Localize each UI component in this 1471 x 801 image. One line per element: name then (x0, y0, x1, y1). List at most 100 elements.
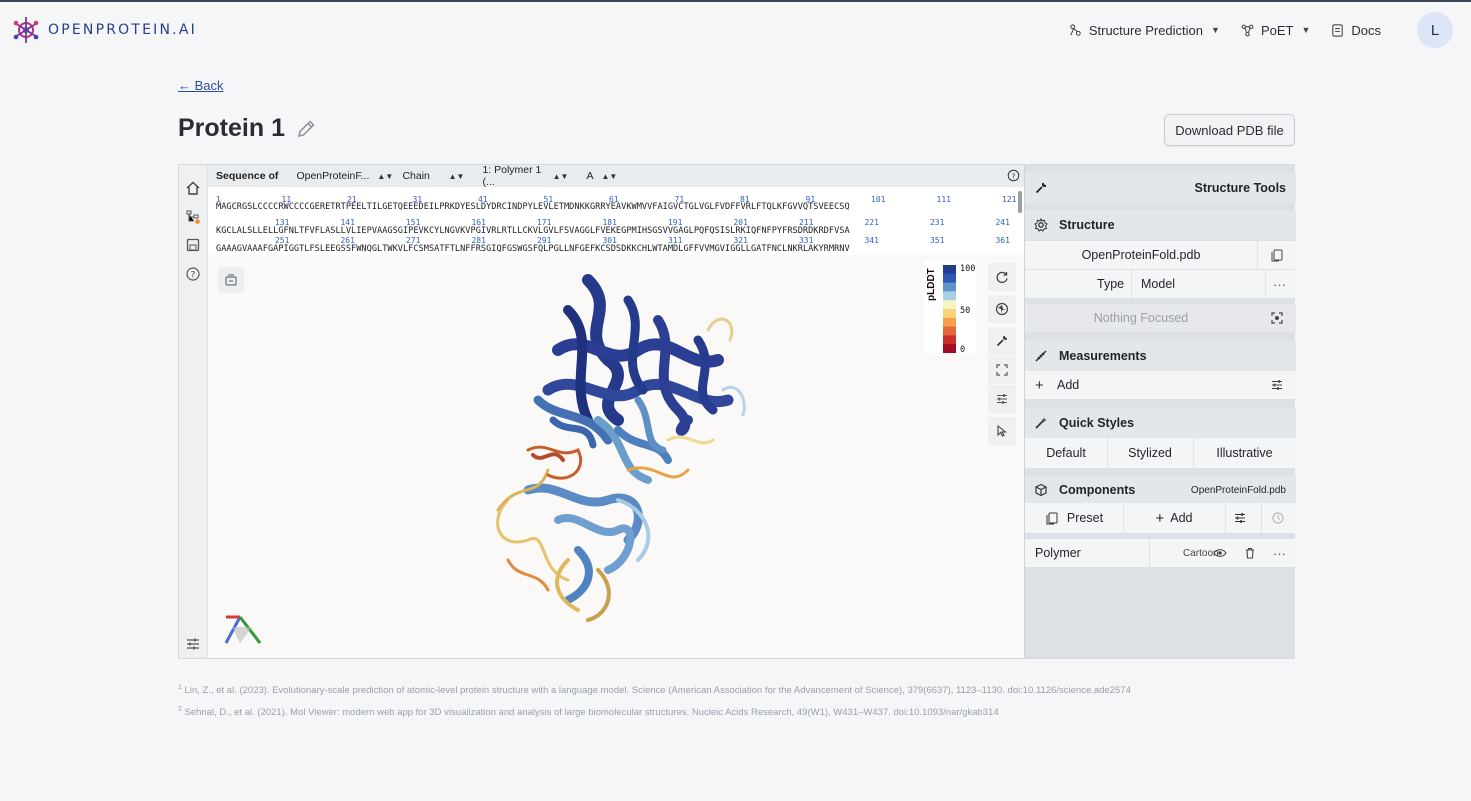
quick-styles-section-header[interactable]: Quick Styles (1025, 408, 1296, 438)
sequence-polymer-select[interactable]: 1: Polymer 1 (... ▲▼ (473, 164, 577, 188)
sequence-position-number: 361 (995, 236, 1010, 245)
structure-section-header[interactable]: Structure (1025, 210, 1296, 240)
structure-file-row[interactable]: OpenProteinFold.pdb (1025, 241, 1296, 269)
focus-status: Nothing Focused (1093, 311, 1189, 325)
nav-docs-label: Docs (1351, 22, 1381, 38)
help-circle-icon[interactable]: ? (185, 266, 201, 282)
sequence-mode-select[interactable]: Chain ▲▼ (393, 170, 473, 182)
sequence-chain-value: A (586, 170, 594, 182)
sliders-icon[interactable] (1270, 378, 1284, 392)
sequence-line-2[interactable]: KGCLALSLLELLGFNLTFVFLASLLVLIEPVAAGSGIPEV… (216, 226, 850, 236)
animation-button[interactable] (988, 295, 1016, 323)
cursor-icon (997, 424, 1008, 437)
history-icon[interactable] (1271, 511, 1285, 525)
sequence-chain-select[interactable]: A ▲▼ (577, 170, 617, 182)
focus-row[interactable]: Nothing Focused (1025, 304, 1296, 332)
structure-tools-header: Structure Tools (1025, 173, 1296, 203)
sequence-scrollbar[interactable] (1018, 191, 1022, 213)
row-divider (1261, 503, 1262, 533)
sequence-position-number: 91 (805, 195, 816, 204)
measurements-add-row[interactable]: + Add (1025, 371, 1296, 399)
structure-tools-panel: Structure Tools Structure OpenProteinFol… (1024, 165, 1296, 658)
more-options-icon[interactable]: ··· (1273, 277, 1286, 292)
trash-icon[interactable] (1243, 546, 1257, 560)
sequence-of-label: Sequence of (208, 170, 287, 182)
cube-icon (1035, 483, 1047, 497)
nav-docs[interactable]: Docs (1330, 23, 1381, 38)
style-default-button[interactable]: Default (1025, 446, 1107, 460)
footnote-2-text: Sehnal, D., et al. (2021). Mol Viewer: m… (184, 707, 999, 719)
gear-icon (1034, 218, 1048, 232)
selection-mode-button[interactable] (988, 417, 1016, 445)
sliders-icon[interactable] (1233, 511, 1247, 525)
sequence-mode-value: Chain (402, 170, 430, 182)
download-pdb-button[interactable]: Download PDB file (1164, 114, 1295, 146)
structure-type-row[interactable]: Type Model ··· (1025, 270, 1296, 298)
home-icon[interactable] (185, 180, 201, 196)
structure-type-value[interactable]: Model (1141, 277, 1175, 291)
footnote-1-mark: 1 (178, 684, 182, 691)
axes-orientation-icon (224, 615, 262, 644)
viewer-left-toolbar: ? (179, 165, 208, 658)
sequence-position-number: 321 (733, 236, 748, 245)
focus-target-icon[interactable] (1270, 311, 1284, 325)
settings-button[interactable] (988, 385, 1016, 413)
style-stylized-button[interactable]: Stylized (1107, 446, 1193, 460)
preset-button[interactable]: Preset (1025, 503, 1123, 533)
select-arrows-icon: ▲▼ (448, 171, 465, 181)
footnote-2-mark: 2 (178, 706, 182, 714)
help-circle-icon[interactable]: ? (1007, 169, 1020, 182)
row-divider (1257, 241, 1258, 269)
hierarchy-icon[interactable] (185, 209, 201, 225)
style-illustrative-button[interactable]: Illustrative (1193, 446, 1296, 460)
document-icon (1332, 23, 1344, 37)
tools-button[interactable] (988, 327, 1016, 355)
pencil-icon[interactable] (295, 118, 317, 140)
sequence-position-number: 1 (216, 195, 221, 204)
sequence-position-number: 251 (274, 236, 290, 245)
sequence-line-3[interactable]: GAAAGVAAAFGAPIGGTLFSLEEGSSFWNQGLTWKVLFCS… (216, 244, 850, 254)
structure-tools-title: Structure Tools (1194, 181, 1286, 195)
sliders-icon[interactable] (185, 636, 201, 652)
reset-view-button[interactable] (988, 263, 1016, 291)
sequence-position-number: 11 (281, 195, 292, 204)
nav-structure-prediction[interactable]: Structure Prediction ▼ (1068, 23, 1220, 38)
canvas-snapshot-button[interactable] (218, 267, 244, 293)
measurements-section-header[interactable]: Measurements (1025, 341, 1296, 371)
eye-icon[interactable] (1213, 546, 1227, 560)
sequence-position-number: 291 (536, 236, 552, 245)
sequence-header: Sequence of OpenProteinF... ▲▼ Chain ▲▼ 1:… (208, 164, 1024, 188)
sequence-position-number: 211 (798, 218, 814, 227)
brand-logo[interactable]: OPENPROTEIN.AI (12, 16, 197, 44)
sequence-position-number: 101 (871, 195, 886, 204)
sequence-source-select[interactable]: OpenProteinF... ▲▼ (287, 170, 393, 182)
sequence-panel[interactable]: MAGCRGSLCCCCRWCCCCGERETRTPEELTILGETQEEED… (208, 187, 1024, 255)
legend-color-step (943, 273, 956, 283)
sequence-position-number: 71 (674, 195, 685, 204)
back-link[interactable]: ← Back (178, 78, 224, 93)
sequence-line-1[interactable]: MAGCRGSLCCCCRWCCCCGERETRTPEELTILGETQEEED… (216, 202, 850, 212)
sequence-position-number: 341 (864, 236, 879, 245)
components-section-header[interactable]: Components OpenProteinFold.pdb (1025, 475, 1296, 505)
camera-icon (225, 274, 237, 286)
ruler-icon (1035, 350, 1047, 362)
user-avatar[interactable]: L (1417, 12, 1453, 48)
sequence-position-number: 241 (995, 218, 1010, 227)
brand-name: OPENPROTEIN.AI (48, 22, 197, 38)
polymer-component-row[interactable]: Polymer Cartoon ··· (1025, 539, 1296, 567)
fullscreen-button[interactable] (988, 356, 1016, 384)
plddt-tick-mid: 50 (960, 306, 971, 316)
magic-wand-icon (1035, 417, 1047, 429)
more-options-icon[interactable]: ··· (1273, 546, 1286, 561)
add-component-button[interactable]: + Add (1123, 503, 1225, 533)
legend-color-step (943, 291, 956, 301)
copy-icon[interactable] (1270, 248, 1284, 262)
refresh-icon (996, 271, 1008, 284)
save-icon[interactable] (185, 237, 201, 253)
nav-poet[interactable]: PoET ▼ (1240, 23, 1310, 38)
select-arrows-icon: ▲▼ (552, 171, 569, 181)
sequence-polymer-value: 1: Polymer 1 (... (482, 164, 542, 188)
structure-canvas[interactable]: pLDDT 100 50 0 (208, 255, 1024, 658)
expand-icon (996, 364, 1008, 376)
sequence-position-number: 121 (1002, 195, 1017, 204)
